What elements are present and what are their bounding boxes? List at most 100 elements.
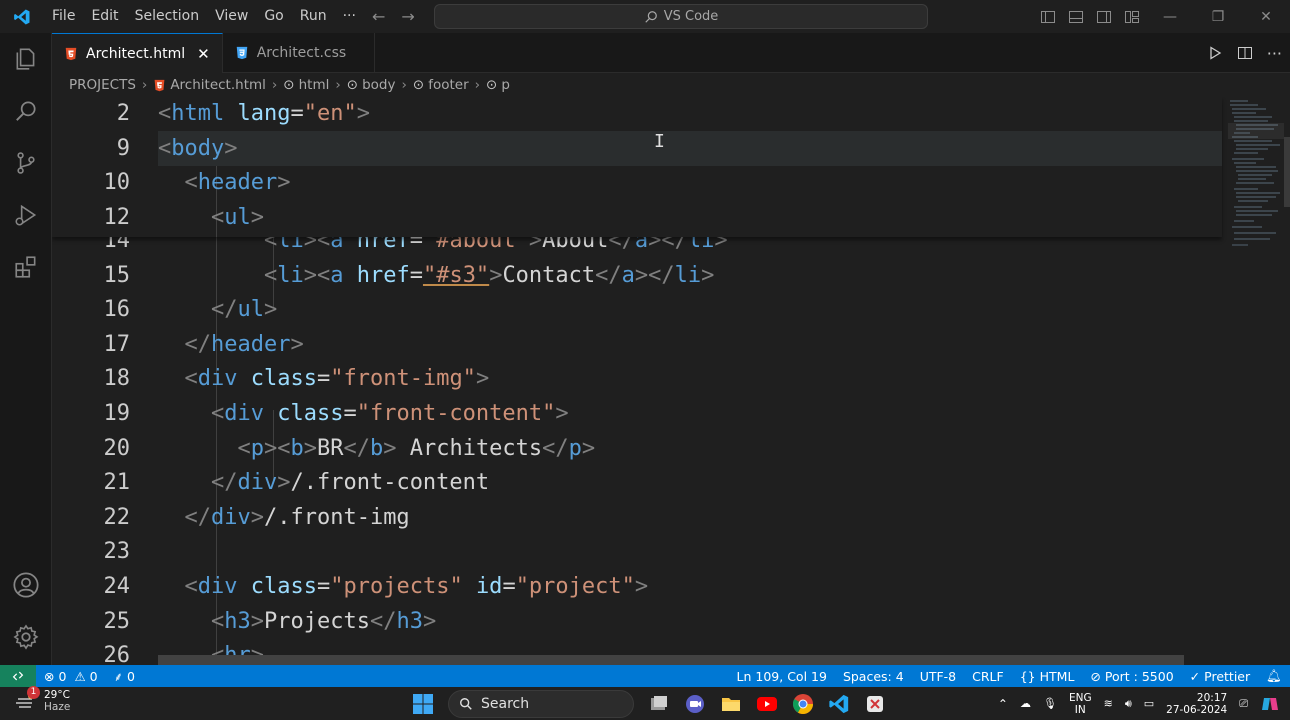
task-view-icon[interactable] [648,693,670,715]
sticky-scroll[interactable]: 2 <html lang="en"> 9 <body> 10 <header> 12… [52,97,1222,237]
editor-tabs: Architect.html ✕ Architect.css [52,33,1290,73]
code-editor[interactable]: 14 <li><a href="#about">About</a></li> 1… [52,97,1290,665]
menu-selection[interactable]: Selection [127,0,208,33]
chevron-right-icon: › [271,77,278,93]
menu-file[interactable]: File [44,0,83,33]
horizontal-scrollbar[interactable] [158,655,1184,665]
tab-architect-css[interactable]: Architect.css [223,33,376,73]
no-entry-icon: ⊘ [1090,668,1101,684]
symbol-element-icon: ⊙ [412,77,425,93]
encoding[interactable]: UTF-8 [912,669,964,684]
tab-label: Architect.html [86,45,186,62]
clock-date: 27-06-2024 [1166,703,1228,716]
wifi-icon[interactable]: ≋ [1104,697,1113,710]
symbol-element-icon: ⊙ [346,77,359,93]
more-actions-icon[interactable]: ··· [1267,44,1282,63]
command-center-label: VS Code [663,9,719,24]
html5-file-icon [65,47,77,60]
menu-edit[interactable]: Edit [83,0,126,33]
tab-architect-html[interactable]: Architect.html ✕ [52,33,223,73]
toggle-secondary-sidebar-icon[interactable] [1096,9,1112,25]
chevron-up-icon[interactable]: ⌃ [998,697,1008,711]
code-line: 23 [103,539,131,565]
forward-arrow-icon[interactable]: → [401,7,414,26]
split-editor-icon[interactable] [1237,45,1253,61]
command-center[interactable]: VS Code [434,4,928,29]
run-debug-icon[interactable] [0,189,52,241]
breadcrumb-body[interactable]: body [362,77,395,93]
microphone-icon[interactable]: 🎙︎ [1043,697,1057,710]
language-mode[interactable]: {} HTML [1012,669,1083,684]
vertical-scrollbar-thumb[interactable] [1284,137,1290,207]
notification-center-icon[interactable]: ⎚ [1239,697,1248,711]
youtube-icon[interactable] [756,693,778,715]
toggle-primary-sidebar-icon[interactable] [1040,9,1056,25]
search-view-icon[interactable] [0,85,52,137]
extensions-icon[interactable] [0,241,52,293]
explorer-icon[interactable] [0,33,52,85]
chevron-right-icon: › [474,77,481,93]
taskbar-search[interactable]: Search [448,689,634,718]
meet-chat-icon[interactable] [684,693,706,715]
copilot-icon[interactable] [1260,694,1280,714]
taskbar-search-label: Search [481,695,530,712]
menu-more[interactable]: ··· [335,0,364,33]
volume-icon[interactable]: 🔊︎ [1125,697,1132,711]
close-tab-icon[interactable]: ✕ [197,45,210,63]
indentation[interactable]: Spaces: 4 [835,669,912,684]
customize-layout-icon[interactable] [1124,9,1140,25]
vscode-taskbar-icon[interactable] [828,693,850,715]
ports-indicator[interactable]: ⸙ 0 [106,668,143,685]
minimize-icon[interactable]: — [1146,0,1194,33]
source-control-icon[interactable] [0,137,52,189]
chrome-icon[interactable] [792,693,814,715]
text-cursor-icon: I [654,131,665,152]
minimap[interactable] [1228,97,1284,257]
close-window-icon[interactable]: ✕ [1242,0,1290,33]
weather-widget[interactable]: 1 29°C Haze [14,686,70,713]
breadcrumb-footer[interactable]: footer [428,77,468,93]
windows-start-icon[interactable] [412,693,434,715]
breadcrumb-file[interactable]: Architect.html [170,77,266,93]
html5-file-icon [154,79,165,91]
chevron-right-icon: › [401,77,407,93]
toggle-panel-icon[interactable] [1068,9,1084,25]
error-icon: ⊗ [44,668,55,684]
notifications-bell-icon[interactable]: 🔔︎ [1258,668,1290,684]
restore-icon[interactable]: ❐ [1194,0,1242,33]
file-explorer-icon[interactable] [720,693,742,715]
menu-run[interactable]: Run [292,0,335,33]
line-ending[interactable]: CRLF [964,669,1012,684]
live-server-port[interactable]: ⊘ Port : 5500 [1082,669,1181,684]
input-language[interactable]: ENG IN [1069,692,1092,716]
accounts-icon[interactable] [0,559,52,611]
sticky-line[interactable]: 10 <header> [52,166,1222,201]
breadcrumb-p[interactable]: p [501,77,510,93]
windows-taskbar: 1 29°C Haze Search ⌃ ☁︎ 🎙︎ ENG IN ≋ 🔊︎ ▭ [0,686,1290,720]
problems-indicator[interactable]: ⊗ 0 ⚠ 0 [36,669,106,684]
sticky-line[interactable]: 9 <body> [52,132,1222,167]
menu-view[interactable]: View [207,0,256,33]
cursor-position[interactable]: Ln 109, Col 19 [729,669,835,684]
back-arrow-icon[interactable]: ← [372,7,385,26]
menu-go[interactable]: Go [256,0,291,33]
code-line: 21 </div>/.front-content [103,470,490,496]
code-line: 19 <div class="front-content"> [103,401,569,426]
prettier-status[interactable]: ✓ Prettier [1182,669,1258,684]
remote-indicator-icon[interactable] [0,665,36,687]
sticky-line[interactable]: 2 <html lang="en"> [52,97,1222,132]
tab-label: Architect.css [256,45,347,61]
breadcrumb-projects[interactable]: PROJECTS [69,77,136,93]
code-line: 25 <h3>Projects</h3> [103,608,437,634]
run-play-icon[interactable] [1207,45,1223,61]
clock[interactable]: 20:17 27-06-2024 [1166,692,1227,716]
double-check-icon: ✓ [1189,668,1201,684]
weather-badge: 1 [27,686,40,699]
battery-icon[interactable]: ▭ [1144,697,1154,710]
settings-gear-icon[interactable] [0,611,52,663]
onedrive-off-icon[interactable]: ☁︎ [1020,697,1031,710]
sticky-line[interactable]: 12 <ul> [52,201,1222,236]
warning-icon: ⚠ [74,668,86,684]
snipping-tool-icon[interactable] [864,693,886,715]
breadcrumb-html[interactable]: html [299,77,330,93]
